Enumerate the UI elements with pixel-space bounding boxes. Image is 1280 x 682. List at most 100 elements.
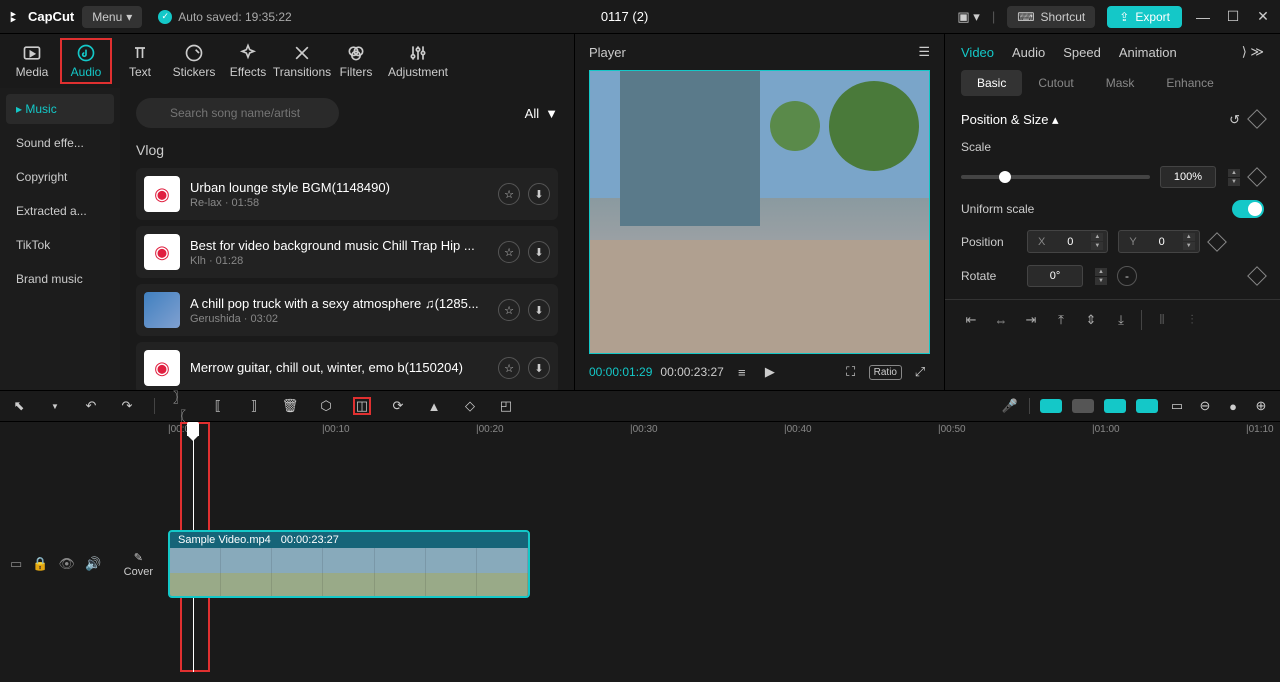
star-button[interactable]: ☆ (498, 183, 520, 205)
all-filter-button[interactable]: All ▼ (525, 106, 558, 121)
subtab-basic[interactable]: Basic (961, 70, 1022, 96)
zoom-out-icon[interactable]: ⊖ (1196, 397, 1214, 415)
align-right-icon[interactable]: ⇥ (1021, 310, 1041, 330)
song-row[interactable]: ◉ Merrow guitar, chill out, winter, emo … (136, 342, 558, 390)
subtab-enhance[interactable]: Enhance (1150, 70, 1229, 96)
rotate-value[interactable]: 0° (1027, 265, 1083, 287)
zoom-in-icon[interactable]: ⊕ (1252, 397, 1270, 415)
align-left-icon[interactable]: ⇤ (961, 310, 981, 330)
tab-stickers[interactable]: Stickers (168, 38, 220, 84)
rotate-keyframe[interactable] (1247, 266, 1267, 286)
maximize-button[interactable]: ☐ (1224, 8, 1242, 25)
speed-tool[interactable]: ⟳ (389, 397, 407, 415)
scale-down[interactable]: ▼ (1228, 178, 1240, 186)
tab-media[interactable]: Media (6, 38, 58, 84)
list-icon[interactable]: ≡ (732, 365, 752, 380)
search-input[interactable] (136, 98, 339, 128)
rotate-down[interactable]: ▼ (1095, 277, 1107, 285)
player-viewport[interactable] (589, 70, 930, 354)
preview-icon[interactable]: ▭ (1168, 397, 1186, 415)
nav-music[interactable]: ▸ Music (6, 94, 114, 124)
mic-icon[interactable]: 🎤 (1001, 397, 1019, 415)
nav-brand-music[interactable]: Brand music (6, 264, 114, 294)
uniform-toggle[interactable] (1232, 200, 1264, 218)
tab-adjustment[interactable]: Adjustment (384, 38, 452, 84)
song-thumb: ◉ (144, 350, 180, 386)
rtab-video[interactable]: Video (961, 45, 994, 60)
rtab-more[interactable]: ⟩ ≫ (1242, 44, 1264, 60)
position-y-input[interactable]: Y0▲▼ (1118, 230, 1199, 253)
reset-icon[interactable]: ↺ (1229, 112, 1240, 128)
rotate-dial[interactable]: - (1117, 266, 1137, 286)
download-button[interactable]: ⬇ (528, 241, 550, 263)
scale-value[interactable]: 100% (1160, 166, 1216, 188)
nav-sound-effects[interactable]: Sound effe... (6, 128, 114, 158)
song-row[interactable]: ◉ Urban lounge style BGM(1148490) Re-lax… (136, 168, 558, 220)
star-button[interactable]: ☆ (498, 241, 520, 263)
subtab-cutout[interactable]: Cutout (1022, 70, 1089, 96)
rtab-animation[interactable]: Animation (1119, 45, 1177, 60)
menu-button[interactable]: Menu▾ (82, 6, 142, 28)
split-tool[interactable]: 〗〖 (173, 397, 191, 415)
player-menu-icon[interactable]: ☰ (918, 44, 930, 60)
export-button[interactable]: ⇪ Export (1107, 6, 1182, 28)
zoom-slider-icon[interactable]: ● (1224, 397, 1242, 415)
download-button[interactable]: ⬇ (528, 299, 550, 321)
ratio-button[interactable]: Ratio (869, 365, 902, 380)
song-row[interactable]: ◉ Best for video background music Chill … (136, 226, 558, 278)
tab-transitions[interactable]: Transitions (276, 38, 328, 84)
split-right-tool[interactable]: ⟧ (245, 397, 263, 415)
scale-up[interactable]: ▲ (1228, 169, 1240, 177)
focus-icon[interactable]: ⛶ (841, 364, 861, 380)
timeline[interactable]: |00:00|00:10|00:20|00:30|00:40|00:50|01:… (0, 422, 1280, 682)
align-center-h-icon[interactable]: ⇔ (991, 310, 1011, 330)
shield-tool[interactable]: ⬡ (317, 397, 335, 415)
subtab-mask[interactable]: Mask (1090, 70, 1151, 96)
song-row[interactable]: A chill pop truck with a sexy atmosphere… (136, 284, 558, 336)
frame-tool[interactable]: ◫ (353, 397, 371, 415)
scale-slider[interactable] (961, 175, 1150, 179)
nav-extracted[interactable]: Extracted a... (6, 196, 114, 226)
minimize-button[interactable]: — (1194, 9, 1212, 25)
tab-effects[interactable]: Effects (222, 38, 274, 84)
download-button[interactable]: ⬇ (528, 183, 550, 205)
rotate-up[interactable]: ▲ (1095, 268, 1107, 276)
split-left-tool[interactable]: ⟦ (209, 397, 227, 415)
download-button[interactable]: ⬇ (528, 357, 550, 379)
align-top-icon[interactable]: ⤒ (1051, 310, 1071, 330)
tab-text[interactable]: Text (114, 38, 166, 84)
nav-tiktok[interactable]: TikTok (6, 230, 114, 260)
fullscreen-icon[interactable]: ⤢ (910, 364, 930, 380)
scale-keyframe[interactable] (1247, 167, 1267, 187)
snap-1[interactable] (1040, 399, 1062, 413)
pointer-dropdown[interactable]: ▼ (46, 397, 64, 415)
snap-3[interactable] (1104, 399, 1126, 413)
rtab-audio[interactable]: Audio (1012, 45, 1045, 60)
rotate-tool[interactable]: ◇ (461, 397, 479, 415)
shortcut-button[interactable]: ⌨ Shortcut (1007, 6, 1095, 28)
star-button[interactable]: ☆ (498, 357, 520, 379)
redo-button[interactable]: ↷ (118, 397, 136, 415)
tab-filters[interactable]: Filters (330, 38, 382, 84)
position-keyframe[interactable] (1207, 232, 1227, 252)
pointer-tool[interactable]: ⬉ (10, 397, 28, 415)
tab-audio[interactable]: Audio (60, 38, 112, 84)
align-center-v-icon[interactable]: ⇕ (1081, 310, 1101, 330)
align-bottom-icon[interactable]: ⤓ (1111, 310, 1131, 330)
play-button[interactable]: ▶ (760, 364, 780, 380)
snap-4[interactable] (1136, 399, 1158, 413)
star-button[interactable]: ☆ (498, 299, 520, 321)
mirror-tool[interactable]: ▲ (425, 397, 443, 415)
video-clip[interactable]: Sample Video.mp400:00:23:27 (168, 530, 530, 598)
cover-button[interactable]: ✎ Cover (124, 551, 153, 578)
delete-tool[interactable]: 🗑 (281, 397, 299, 415)
crop-tool[interactable]: ◰ (497, 397, 515, 415)
nav-copyright[interactable]: Copyright (6, 162, 114, 192)
layout-icon[interactable]: ▣ ▾ (957, 9, 979, 25)
undo-button[interactable]: ↶ (82, 397, 100, 415)
close-button[interactable]: ✕ (1254, 8, 1272, 25)
snap-2[interactable] (1072, 399, 1094, 413)
rtab-speed[interactable]: Speed (1063, 45, 1101, 60)
keyframe-icon[interactable] (1247, 109, 1267, 129)
position-x-input[interactable]: X0▲▼ (1027, 230, 1108, 253)
